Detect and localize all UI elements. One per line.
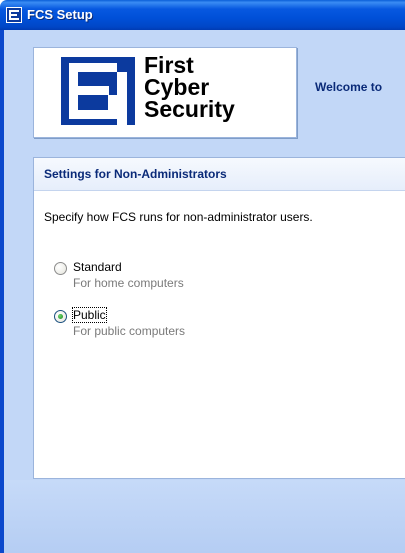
fcs-logo-icon — [6, 7, 22, 23]
option-public[interactable]: Public For public computers — [54, 307, 354, 343]
settings-panel: Settings for Non-Administrators Specify … — [33, 157, 405, 479]
logo-line-cyber: Cyber — [144, 74, 210, 100]
welcome-heading: Welcome to — [315, 80, 383, 94]
option-standard[interactable]: Standard For home computers — [54, 259, 354, 295]
radio-public[interactable] — [54, 310, 67, 323]
logo-line-security: Security — [144, 96, 235, 122]
company-logo-text: First Cyber Security — [144, 52, 235, 122]
settings-description: Specify how FCS runs for non-administrat… — [44, 210, 313, 224]
option-standard-description: For home computers — [73, 276, 184, 290]
radio-standard[interactable] — [54, 262, 67, 275]
setup-window: FCS Setup First Cyber Security Welcome t… — [0, 0, 405, 553]
fcs-logo-mark — [61, 57, 135, 125]
window-frame-left — [0, 30, 4, 553]
window-title: FCS Setup — [27, 7, 93, 22]
option-standard-label[interactable]: Standard — [73, 260, 122, 274]
option-public-label[interactable]: Public — [72, 307, 107, 323]
settings-panel-title: Settings for Non-Administrators — [44, 167, 227, 181]
settings-panel-header: Settings for Non-Administrators — [34, 158, 405, 191]
title-bar[interactable]: FCS Setup — [0, 0, 405, 30]
logo-line-first: First — [144, 52, 194, 78]
company-logo-panel: First Cyber Security — [33, 47, 297, 138]
wizard-footer-area — [4, 480, 405, 553]
option-public-description: For public computers — [73, 324, 186, 338]
